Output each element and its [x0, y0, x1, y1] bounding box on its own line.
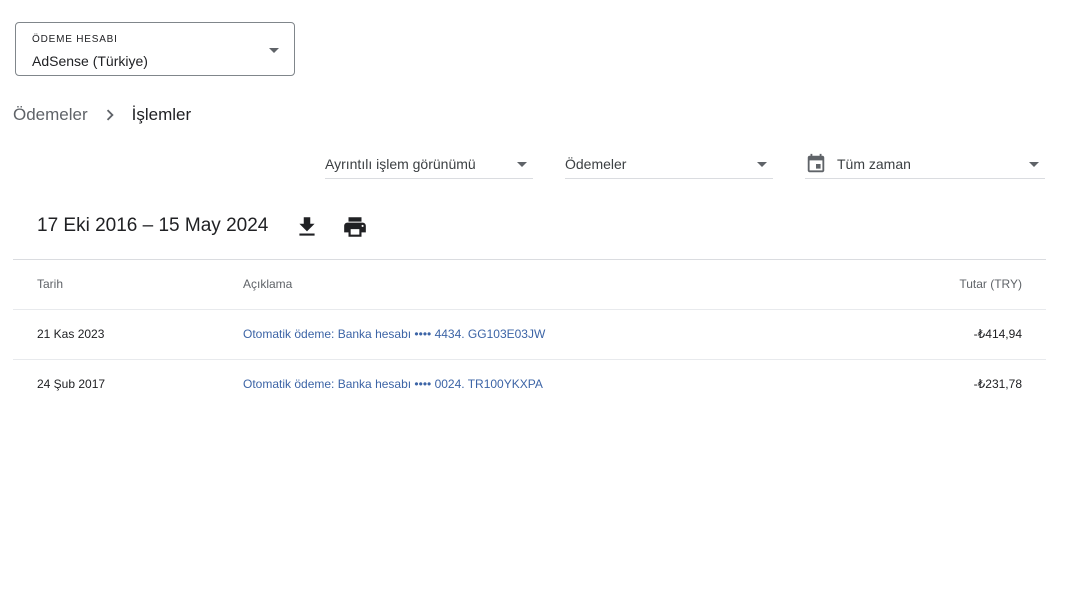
table-row: 21 Kas 2023 Otomatik ödeme: Banka hesabı…	[13, 309, 1046, 359]
date-filter-value: Tüm zaman	[837, 156, 911, 172]
payment-account-select[interactable]: ÖDEME HESABI AdSense (Türkiye)	[15, 22, 295, 76]
date-range-title: 17 Eki 2016 – 15 May 2024	[37, 215, 269, 236]
date-filter-select[interactable]: Tüm zaman	[805, 150, 1045, 179]
breadcrumb-payments-link[interactable]: Ödemeler	[13, 105, 88, 125]
breadcrumb: Ödemeler İşlemler	[13, 104, 191, 126]
view-filter-select[interactable]: Ayrıntılı işlem görünümü	[325, 150, 533, 179]
payment-account-label: ÖDEME HESABI	[32, 34, 118, 45]
row-amount: -₺231,78	[973, 377, 1022, 391]
column-header-description: Açıklama	[243, 277, 293, 291]
download-icon[interactable]	[294, 214, 320, 240]
calendar-icon	[807, 153, 825, 173]
column-header-amount: Tutar (TRY)	[959, 277, 1022, 291]
arrow-drop-down-icon	[1029, 162, 1039, 167]
arrow-drop-down-icon	[757, 162, 767, 167]
payment-account-value: AdSense (Türkiye)	[32, 53, 148, 69]
row-description-link[interactable]: Otomatik ödeme: Banka hesabı •••• 4434. …	[243, 310, 545, 359]
table-header-row: Tarih Açıklama Tutar (TRY)	[13, 259, 1046, 309]
view-filter-value: Ayrıntılı işlem görünümü	[325, 156, 476, 172]
row-date: 24 Şub 2017	[37, 377, 106, 391]
row-description-link[interactable]: Otomatik ödeme: Banka hesabı •••• 0024. …	[243, 360, 543, 409]
chevron-right-icon	[106, 109, 114, 121]
type-filter-value: Ödemeler	[565, 156, 627, 172]
row-date: 21 Kas 2023	[37, 327, 105, 341]
type-filter-select[interactable]: Ödemeler	[565, 150, 773, 179]
arrow-drop-down-icon	[517, 162, 527, 167]
arrow-drop-down-icon	[269, 48, 279, 53]
breadcrumb-current: İşlemler	[131, 105, 192, 124]
print-icon[interactable]	[342, 214, 368, 240]
table-row: 24 Şub 2017 Otomatik ödeme: Banka hesabı…	[13, 359, 1046, 409]
transactions-table: Tarih Açıklama Tutar (TRY) 21 Kas 2023 O…	[13, 259, 1046, 409]
column-header-date: Tarih	[37, 277, 64, 291]
row-amount: -₺414,94	[973, 327, 1022, 341]
